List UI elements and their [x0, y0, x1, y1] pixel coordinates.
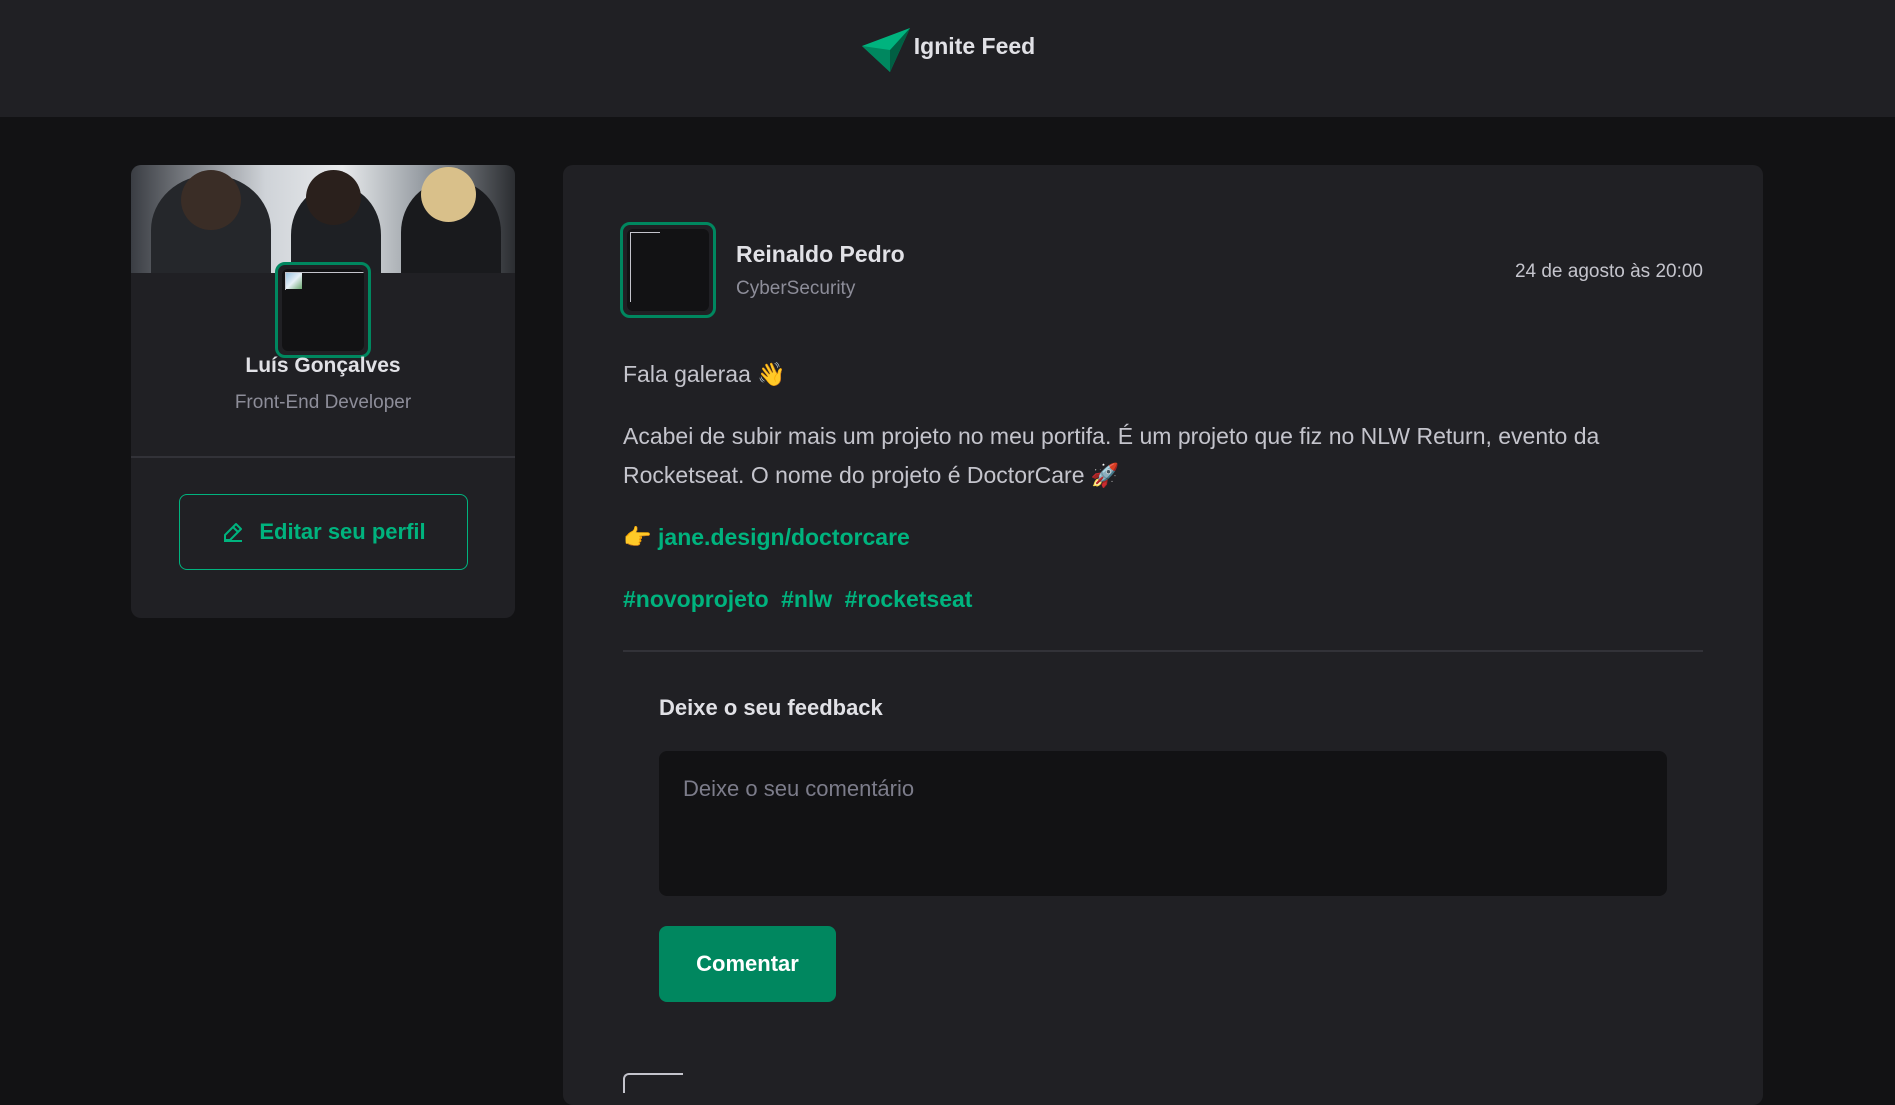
post-body: Acabei de subir mais um projeto no meu p… — [623, 423, 1600, 488]
author-role: CyberSecurity — [736, 278, 856, 299]
author-avatar[interactable] — [620, 222, 716, 318]
next-comment-avatar — [623, 1073, 683, 1093]
post-timestamp: 24 de agosto às 20:00 — [1514, 261, 1703, 282]
author-name: Reinaldo Pedro — [736, 241, 905, 267]
ignite-logo-icon — [861, 28, 910, 72]
pencil-icon — [224, 523, 243, 542]
post-divider — [623, 650, 1703, 652]
comment-input[interactable] — [659, 751, 1667, 896]
post-link-line: 👉 jane.design/doctorcare — [623, 518, 1703, 557]
post-content: Fala galeraa 👋 Acabei de subir mais um p… — [623, 355, 1703, 642]
post-link[interactable]: jane.design/doctorcare — [658, 524, 910, 550]
post-tags: #novoprojeto #nlw #rocketseat — [623, 580, 1703, 619]
profile-role: Front-End Developer — [234, 392, 412, 413]
feedback-title: Deixe o seu feedback — [659, 695, 883, 720]
profile-name: Luís Gonçalves — [245, 354, 401, 377]
app-title: Ignite Feed — [913, 32, 1036, 59]
post-greeting: Fala galeraa 👋 — [623, 361, 786, 387]
app-header: Ignite Feed — [0, 0, 1895, 117]
profile-cover-image — [131, 165, 515, 273]
edit-profile-label: Editar seu perfil — [259, 519, 426, 544]
tag-rocketseat[interactable]: #rocketseat — [845, 586, 973, 612]
tag-nlw[interactable]: #nlw — [781, 586, 832, 612]
brand[interactable]: Ignite Feed — [860, 26, 1035, 74]
profile-divider — [131, 456, 515, 458]
pointing-hand-emoji: 👉 — [623, 524, 659, 550]
profile-avatar[interactable] — [275, 262, 371, 358]
post-card: Reinaldo Pedro CyberSecurity 24 de agost… — [563, 165, 1763, 1105]
comment-submit-button[interactable]: Comentar — [659, 926, 836, 1002]
edit-profile-button[interactable]: Editar seu perfil — [179, 494, 468, 570]
tag-novoprojeto[interactable]: #novoprojeto — [623, 586, 769, 612]
